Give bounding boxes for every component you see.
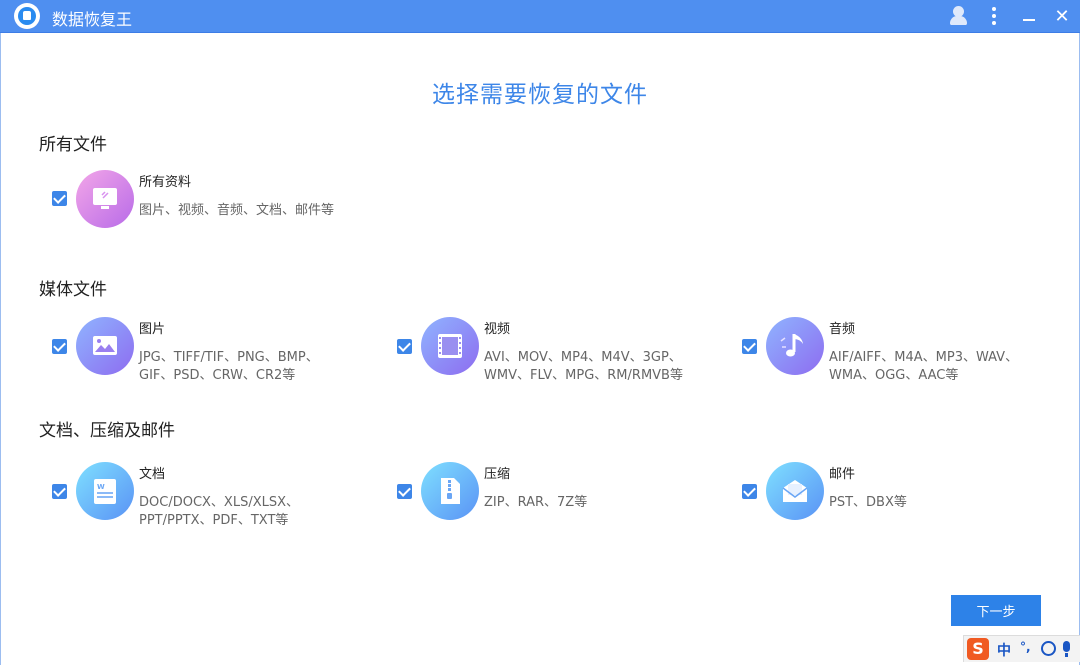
minimize-icon[interactable]: [1015, 3, 1043, 29]
item-name-archives: 压缩: [484, 467, 511, 482]
page-title: 选择需要恢复的文件: [432, 82, 648, 108]
monitor-icon: [76, 170, 134, 228]
menu-icon[interactable]: [980, 3, 1008, 29]
section-title-all-files: 所有文件: [39, 135, 107, 155]
item-videos[interactable]: 视频 AVI、MOV、MP4、M4V、3GP、WMV、FLV、MPG、RM/RM…: [397, 317, 697, 407]
emoji-icon[interactable]: [1041, 641, 1056, 656]
svg-text:W: W: [97, 483, 105, 491]
film-icon: [421, 317, 479, 375]
item-name-documents: 文档: [139, 467, 166, 482]
checkbox-audio[interactable]: [742, 339, 757, 354]
title-bar: 数据恢复王 ✕: [0, 0, 1080, 33]
document-icon: W: [76, 462, 134, 520]
section-title-documents: 文档、压缩及邮件: [39, 421, 175, 441]
mail-icon: [766, 462, 824, 520]
item-name-pictures: 图片: [139, 322, 166, 337]
item-desc-archives: ZIP、RAR、7Z等: [484, 495, 588, 510]
item-name-mail: 邮件: [829, 467, 856, 482]
checkbox-videos[interactable]: [397, 339, 412, 354]
music-note-icon: [766, 317, 824, 375]
item-desc-mail: PST、DBX等: [829, 495, 907, 510]
checkbox-archives[interactable]: [397, 484, 412, 499]
checkbox-mail[interactable]: [742, 484, 757, 499]
close-icon[interactable]: ✕: [1048, 3, 1076, 29]
item-desc-videos: AVI、MOV、MP4、M4V、3GP、WMV、FLV、MPG、RM/RMVB等: [484, 350, 683, 383]
item-desc-all-files: 图片、视频、音频、文档、邮件等: [139, 203, 335, 218]
ime-toolbar[interactable]: S 中 °,: [963, 635, 1080, 662]
item-archives[interactable]: 压缩 ZIP、RAR、7Z等: [397, 462, 697, 532]
ime-logo-icon[interactable]: S: [967, 638, 989, 660]
item-name-videos: 视频: [484, 322, 511, 337]
item-audio[interactable]: 音频 AIF/AIFF、M4A、MP3、WAV、WMA、OGG、AAC等: [742, 317, 1042, 387]
item-pictures[interactable]: 图片 JPG、TIFF/TIF、PNG、BMP、GIF、PSD、CRW、CR2等: [52, 317, 352, 387]
next-button[interactable]: 下一步: [951, 595, 1041, 626]
microphone-icon[interactable]: [1063, 641, 1070, 657]
item-name-all-files: 所有资料: [139, 175, 192, 190]
item-desc-pictures: JPG、TIFF/TIF、PNG、BMP、GIF、PSD、CRW、CR2等: [139, 350, 319, 383]
zip-icon: [421, 462, 479, 520]
section-title-media: 媒体文件: [39, 280, 107, 300]
app-logo-icon: [14, 3, 40, 29]
item-desc-documents: DOC/DOCX、XLS/XLSX、PPT/PPTX、PDF、TXT等: [139, 495, 300, 528]
checkbox-all-files[interactable]: [52, 191, 67, 206]
checkbox-pictures[interactable]: [52, 339, 67, 354]
item-desc-audio: AIF/AIFF、M4A、MP3、WAV、WMA、OGG、AAC等: [829, 350, 1019, 383]
ime-punctuation-toggle[interactable]: °,: [1020, 640, 1031, 654]
item-documents[interactable]: W 文档 DOC/DOCX、XLS/XLSX、PPT/PPTX、PDF、TXT等: [52, 462, 352, 532]
ime-language-toggle[interactable]: 中: [997, 640, 1011, 660]
item-mail[interactable]: 邮件 PST、DBX等: [742, 462, 1042, 532]
item-name-audio: 音频: [829, 322, 856, 337]
checkbox-documents[interactable]: [52, 484, 67, 499]
user-icon[interactable]: [945, 3, 973, 29]
app-title: 数据恢复王: [52, 10, 133, 29]
picture-icon: [76, 317, 134, 375]
item-all-files[interactable]: 所有资料 图片、视频、音频、文档、邮件等: [52, 170, 352, 230]
